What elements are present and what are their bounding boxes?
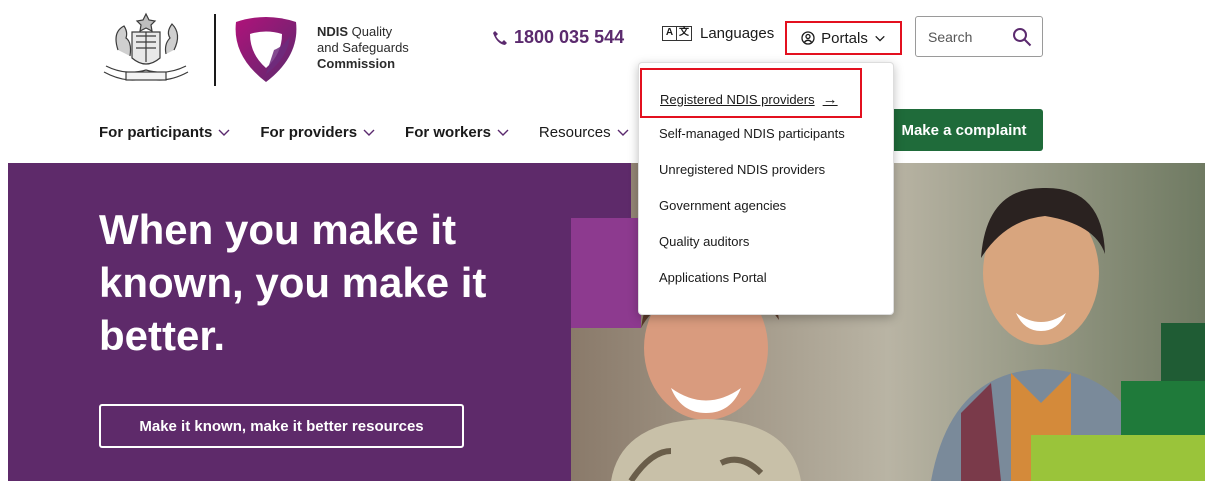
hero-resources-button[interactable]: Make it known, make it better resources xyxy=(99,404,464,448)
portal-quality-auditors[interactable]: Quality auditors xyxy=(659,234,749,249)
nav-label: For participants xyxy=(99,124,213,141)
hero-banner: When you make it known, you make it bett… xyxy=(8,163,1205,481)
brand-line1-bold: NDIS xyxy=(317,24,349,39)
search-input[interactable] xyxy=(928,28,998,45)
portal-government-agencies[interactable]: Government agencies xyxy=(659,198,786,213)
make-complaint-button[interactable]: Make a complaint xyxy=(885,109,1043,151)
registered-providers-highlight xyxy=(640,68,862,118)
coat-of-arms-logo[interactable] xyxy=(96,10,196,86)
translate-icon-latin: A xyxy=(662,26,677,41)
portal-unregistered-providers[interactable]: Unregistered NDIS providers xyxy=(659,162,825,177)
chevron-down-icon xyxy=(363,129,375,136)
translate-icon-cjk: 文 xyxy=(677,26,692,41)
brand-line2: and Safeguards xyxy=(317,40,409,55)
user-circle-icon xyxy=(801,31,815,45)
ndis-shield-logo[interactable] xyxy=(228,14,304,86)
nav-label: For providers xyxy=(260,124,358,141)
chevron-down-icon xyxy=(218,129,230,136)
languages-link[interactable]: A文 Languages xyxy=(662,25,774,42)
brand-line1-rest: Quality xyxy=(348,24,393,39)
chevron-down-icon xyxy=(617,129,629,136)
languages-label: Languages xyxy=(700,25,775,42)
translate-icon: A文 xyxy=(662,26,692,41)
portal-applications[interactable]: Applications Portal xyxy=(659,270,767,285)
brand-divider xyxy=(214,14,216,86)
portals-label: Portals xyxy=(821,29,868,47)
nav-label: Resources xyxy=(538,124,611,141)
search-icon[interactable] xyxy=(1012,27,1032,47)
portals-button[interactable]: Portals xyxy=(785,21,902,55)
phone-link[interactable]: 1800 035 544 xyxy=(492,27,624,48)
site-header: NDIS Quality and Safeguards Commission 1… xyxy=(0,0,1205,162)
brand-line3: Commission xyxy=(317,56,396,71)
hero-title: When you make it known, you make it bett… xyxy=(99,206,487,359)
main-nav: For participants For providers For worke… xyxy=(99,124,659,141)
search-box[interactable] xyxy=(915,16,1043,57)
chevron-down-icon xyxy=(497,129,509,136)
nav-label: For workers xyxy=(405,124,491,141)
chevron-up-icon xyxy=(875,35,885,42)
nav-for-providers[interactable]: For providers xyxy=(260,124,375,141)
nav-resources[interactable]: Resources xyxy=(539,124,629,141)
brand-name[interactable]: NDIS Quality and Safeguards Commission xyxy=(317,24,409,72)
portal-self-managed-participants[interactable]: Self-managed NDIS participants xyxy=(659,126,845,141)
nav-for-workers[interactable]: For workers xyxy=(405,124,509,141)
nav-for-participants[interactable]: For participants xyxy=(99,124,230,141)
phone-icon xyxy=(493,30,507,45)
phone-number: 1800 035 544 xyxy=(514,27,625,47)
